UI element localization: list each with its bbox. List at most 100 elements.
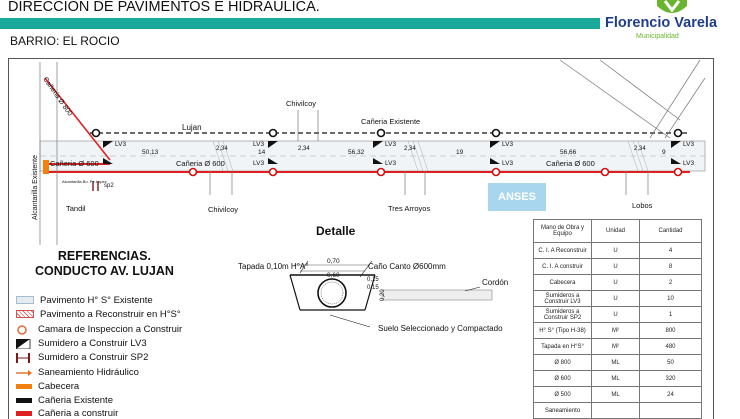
- table-cell: 480: [639, 338, 702, 355]
- dim-015: 0,15: [367, 277, 379, 283]
- lv3-label: LV3: [502, 160, 513, 167]
- pipe-600-label-left: Cañeria Ø 600: [50, 159, 99, 168]
- table-cell: Sumideros a Construir LV3: [533, 290, 592, 307]
- legend-item: Sumidero a Construir LV3: [15, 337, 147, 349]
- header-wall-icon: [16, 383, 32, 389]
- legend-label: Cabecera: [38, 380, 80, 392]
- anses-building: ANSES: [488, 183, 546, 211]
- legend-label: Sumidero a Construir SP2: [38, 351, 149, 363]
- small-dim-label: 2,34: [298, 146, 310, 152]
- legend-label: Saneamiento Hidráulico: [38, 366, 139, 378]
- alcantarilla-small-label: Alcantarilla Bo. Pe.Lopez: [62, 179, 107, 184]
- detail-cordon-label: Cordón: [482, 278, 509, 287]
- small-dim-label: 2,34: [216, 146, 228, 152]
- lv3-label: LV3: [683, 141, 694, 148]
- table-cell: 800: [639, 322, 702, 339]
- table-row: C. I. A construir U 8: [533, 258, 702, 275]
- table-row: Tapada en H°S° M² 480: [533, 338, 702, 355]
- pipe-600-label-mid: Cañeria Ø 600: [176, 159, 225, 168]
- street-chivilcoy-bottom: Chivilcoy: [208, 205, 238, 214]
- table-cell: 2: [639, 274, 702, 291]
- dim-070: 0,70: [327, 258, 340, 265]
- existing-pipe-label: Cañeria Existente: [361, 117, 420, 126]
- dim-label: 50,13: [142, 149, 159, 156]
- table-cell: 1: [639, 306, 702, 323]
- dim-060: 0,60: [327, 272, 340, 279]
- table-row: Ø 500 ML 24: [533, 386, 702, 403]
- table-cell: U: [591, 258, 640, 275]
- lv3-label: LV3: [253, 160, 264, 167]
- legend-item: Pavimento H° S° Existente: [16, 294, 153, 306]
- lv3-label: LV3: [683, 160, 694, 167]
- dim-label: 56,32: [348, 149, 365, 156]
- table-cell: Saneamiento: [533, 402, 592, 419]
- legend-label: Cañeria Existente: [38, 394, 113, 406]
- table-header: Mano de Obra y Equipo: [533, 219, 592, 243]
- sink-sp2-icon: [16, 352, 32, 363]
- dim-label: 56,66: [560, 149, 577, 156]
- detail-soil-label: Suelo Seleccionado y Compactado: [378, 324, 503, 333]
- table-row: Sumideros a Construir LV3 U 10: [533, 290, 702, 307]
- lv3-label: LV3: [385, 160, 396, 167]
- table-cell: 8: [639, 258, 702, 275]
- hydraulic-arrow-icon: [16, 368, 32, 377]
- table-cell: 4: [639, 242, 702, 259]
- table-cell: 10: [639, 290, 702, 307]
- leader-line: [329, 314, 371, 328]
- table-cell: ML: [591, 354, 640, 371]
- table-header: Cantidad: [639, 219, 702, 243]
- table-cell: Tapada en H°S°: [533, 338, 592, 355]
- curb: [381, 289, 493, 301]
- table-cell: C. I. A Reconstruir: [533, 242, 592, 259]
- pavement-existing-icon: [16, 296, 34, 304]
- table-row: Saneamiento: [533, 402, 702, 419]
- table-cell: Cabecera: [533, 274, 592, 291]
- table-row: H° S° (Tipo H-38) M² 800: [533, 322, 702, 339]
- detail-pipe-label: Caño Canto Ø600mm: [368, 262, 446, 271]
- table-cell: M²: [591, 322, 640, 339]
- table-cell: ML: [591, 370, 640, 387]
- street-chivilcoy-top: Chivilcoy: [286, 99, 316, 108]
- pavement-rebuild-icon: [16, 310, 34, 318]
- table-cell: Ø 800: [533, 354, 592, 371]
- legend-label: Camara de Inspeccion a Construir: [38, 323, 183, 335]
- table-cell: H° S° (Tipo H-38): [533, 322, 592, 339]
- quantities-table: Mano de Obra y Equipo Unidad Cantidad C.…: [533, 219, 702, 419]
- references-title-line1: REFERENCIAS.: [57, 249, 151, 263]
- dim-label: 14: [258, 149, 266, 156]
- table-header: Unidad: [591, 219, 640, 243]
- table-cell: ML: [591, 386, 640, 403]
- dim-015b: 0,15: [367, 285, 379, 291]
- legend-label: Pavimento a Reconstruir en H°S°: [40, 308, 181, 320]
- small-dim-label: 2,34: [404, 146, 416, 152]
- legend-item: Sumidero a Construir SP2: [16, 351, 148, 363]
- legend-item: Cañeria Existente: [16, 394, 113, 406]
- detail-title: Detalle: [316, 224, 356, 238]
- dim-label: 9: [662, 149, 666, 156]
- street-lobos: Lobos: [632, 201, 653, 210]
- existing-pipe-icon: [16, 397, 32, 403]
- table-row: C. I. A Reconstruir U 4: [533, 242, 702, 259]
- table-row: Sumideros a Construir SP2 U 1: [533, 306, 702, 323]
- legend-label: Sumidero a Construir LV3: [38, 337, 147, 349]
- table-cell: Sumideros a Construir SP2: [533, 306, 592, 323]
- pipe-600-label-right: Cañeria Ø 600: [546, 159, 595, 168]
- legend-item: Cabecera: [16, 380, 79, 392]
- header-wall: [43, 160, 49, 174]
- table-cell: [639, 402, 702, 419]
- table-cell: U: [591, 242, 640, 259]
- lv3-label: LV3: [502, 141, 513, 148]
- table-cell: U: [591, 274, 640, 291]
- table-cell: U: [591, 290, 640, 307]
- legend-item: Cañeria a construir: [16, 407, 118, 419]
- table-cell: 50: [639, 354, 702, 371]
- table-cell: U: [591, 306, 640, 323]
- legend-item: Pavimento a Reconstruir en H°S°: [16, 308, 181, 320]
- table-cell: 320: [639, 370, 702, 387]
- table-cell: C. I. A construir: [533, 258, 592, 275]
- pipe-section: [317, 278, 347, 308]
- table-row: Ø 800 ML 50: [533, 354, 702, 371]
- small-dim-label: 2,34: [634, 146, 646, 152]
- legend-item: Camara de Inspeccion a Construir: [16, 323, 182, 335]
- trench-left: [289, 274, 301, 311]
